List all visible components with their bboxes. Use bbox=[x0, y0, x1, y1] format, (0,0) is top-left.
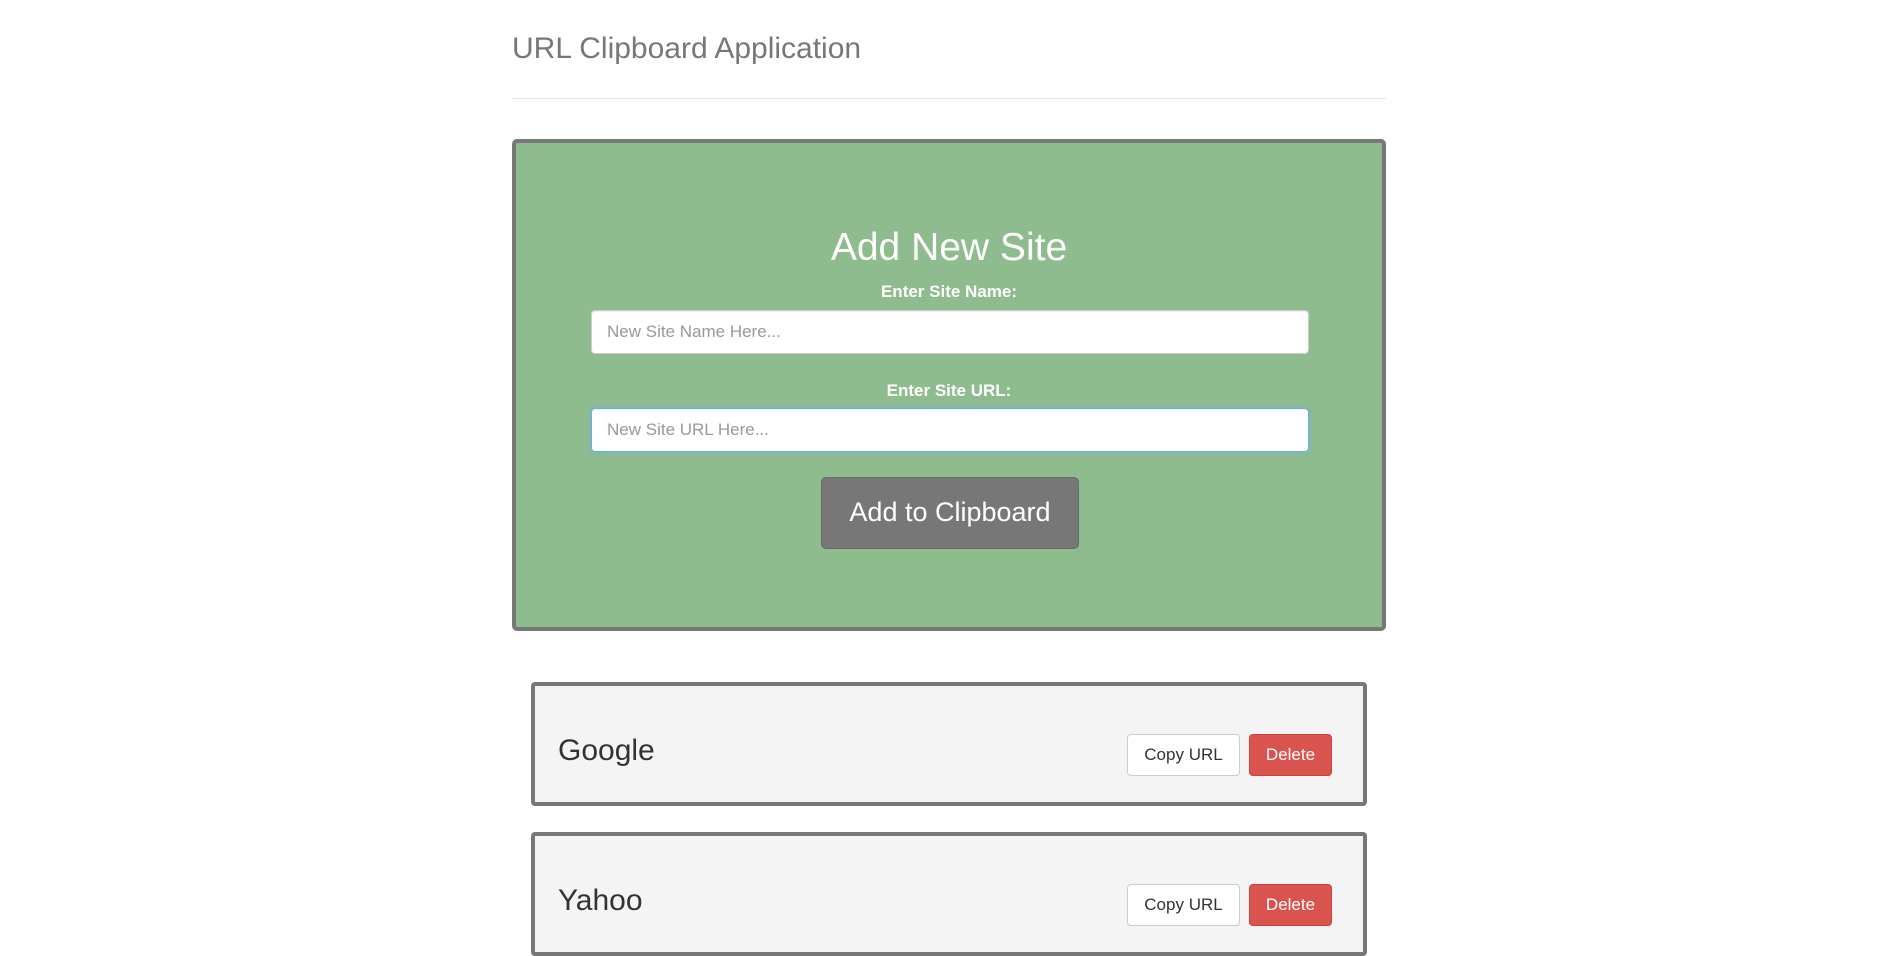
page-title: URL Clipboard Application bbox=[512, 32, 862, 65]
site-name-label: Enter Site Name: bbox=[880, 282, 1018, 301]
site-name: Google bbox=[558, 734, 655, 767]
site-url-input[interactable] bbox=[591, 408, 1309, 452]
copy-url-button[interactable]: Copy URL bbox=[1127, 884, 1240, 926]
add-site-title: Add New Site bbox=[830, 226, 1068, 269]
delete-button[interactable]: Delete bbox=[1249, 734, 1332, 776]
site-card-yahoo: Yahoo Copy URL Delete bbox=[531, 832, 1367, 956]
site-name: Yahoo bbox=[558, 884, 643, 917]
main-container: URL Clipboard Application Add New Site E… bbox=[512, 0, 1386, 956]
delete-button[interactable]: Delete bbox=[1249, 884, 1332, 926]
add-to-clipboard-button[interactable]: Add to Clipboard bbox=[821, 477, 1079, 549]
copy-url-button[interactable]: Copy URL bbox=[1127, 734, 1240, 776]
site-name-input[interactable] bbox=[591, 310, 1309, 354]
site-card-google: Google Copy URL Delete bbox=[531, 682, 1367, 806]
add-site-panel: Add New Site Enter Site Name: Enter Site… bbox=[512, 139, 1386, 631]
page-header: URL Clipboard Application bbox=[512, 0, 1386, 99]
site-url-label: Enter Site URL: bbox=[886, 381, 1012, 400]
